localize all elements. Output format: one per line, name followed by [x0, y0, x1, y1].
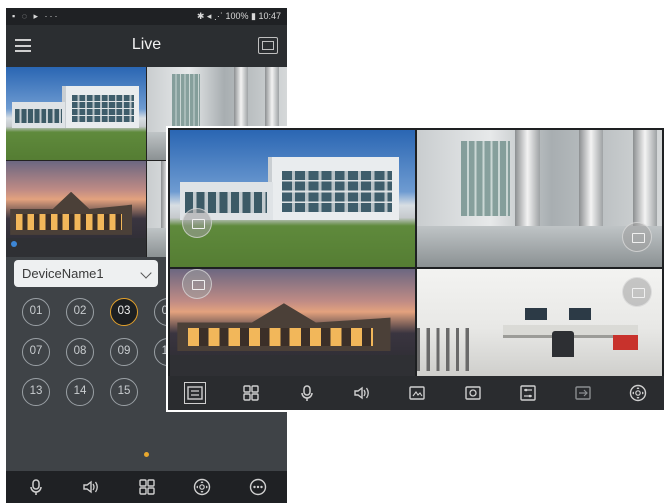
battery-icon: ▮: [251, 11, 256, 21]
signal-icon: ✱ ◂ ⋰: [196, 11, 223, 21]
resolution-icon[interactable]: [574, 384, 592, 402]
microphone-icon[interactable]: [298, 384, 316, 402]
page-indicator-dot: [11, 241, 17, 247]
landscape-screen: [168, 128, 664, 410]
camera-overlay-icon[interactable]: [182, 269, 212, 299]
status-notification-icons: ▪ ◌ ▸ ···: [12, 11, 60, 21]
ptz-icon[interactable]: [629, 384, 647, 402]
landscape-camera-tile-3[interactable]: [170, 269, 415, 376]
status-bar: ▪ ◌ ▸ ··· ✱ ◂ ⋰ 100% ▮ 10:47: [6, 8, 287, 25]
device-select[interactable]: DeviceName1: [14, 260, 158, 287]
channel-button[interactable]: 02: [66, 298, 94, 326]
battery-level: 100%: [225, 11, 249, 21]
channel-button[interactable]: 14: [66, 378, 94, 406]
ptz-icon[interactable]: [193, 478, 211, 496]
channel-button[interactable]: 13: [22, 378, 50, 406]
more-icon[interactable]: [249, 478, 267, 496]
page-indicator-dot: [144, 452, 149, 457]
camera-tile-3[interactable]: [6, 161, 146, 257]
layout-toggle-icon[interactable]: [258, 37, 278, 54]
grid-layout-icon[interactable]: [138, 478, 156, 496]
playback-icon[interactable]: [182, 208, 212, 238]
clock: 10:47: [258, 11, 281, 21]
channel-button[interactable]: 01: [22, 298, 50, 326]
landscape-camera-tile-2[interactable]: [417, 130, 662, 267]
microphone-icon[interactable]: [27, 478, 45, 496]
channel-button-active[interactable]: 03: [110, 298, 138, 326]
layout-icon[interactable]: [184, 382, 206, 404]
record-overlay-icon[interactable]: [622, 277, 652, 307]
speaker-icon[interactable]: [353, 384, 371, 402]
landscape-camera-grid: [170, 130, 662, 376]
image-settings-icon[interactable]: [519, 384, 537, 402]
channel-button[interactable]: 08: [66, 338, 94, 366]
snapshot-icon[interactable]: [408, 384, 426, 402]
channel-button[interactable]: 07: [22, 338, 50, 366]
device-select-value: DeviceName1: [22, 266, 104, 281]
grid-layout-icon[interactable]: [242, 384, 260, 402]
channel-button[interactable]: 09: [110, 338, 138, 366]
landscape-camera-tile-1[interactable]: [170, 130, 415, 267]
phone-toolbar: [6, 471, 287, 503]
page-title: Live: [131, 36, 162, 53]
chevron-down-icon: [140, 267, 152, 279]
snapshot-overlay-icon[interactable]: [622, 222, 652, 252]
record-icon[interactable]: [464, 384, 482, 402]
title-bar: Live: [6, 25, 287, 67]
speaker-icon[interactable]: [82, 478, 100, 496]
camera-tile-1[interactable]: [6, 67, 146, 160]
landscape-toolbar: [168, 376, 664, 410]
channel-button[interactable]: 15: [110, 378, 138, 406]
landscape-camera-tile-4[interactable]: [417, 269, 662, 376]
